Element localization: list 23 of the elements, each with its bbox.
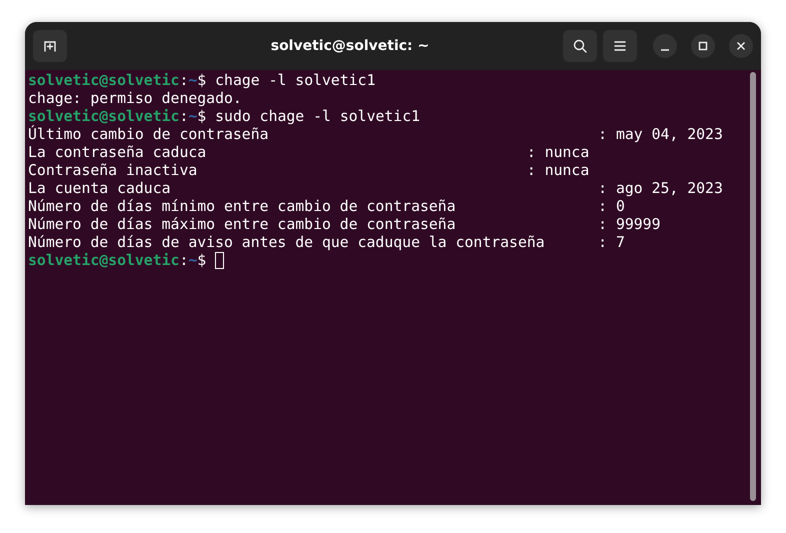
output-line: Número de días máximo entre cambio de contraseña : 99999 [28, 216, 661, 234]
menu-button[interactable] [603, 30, 637, 62]
window-title: solvetic@solvetic: ~ [270, 38, 430, 54]
output-line: Número de días de aviso antes de que caduque la contraseña : 7 [28, 234, 625, 252]
output-line: La cuenta caduca : ago 25, 2023 [28, 180, 723, 198]
maximize-icon [698, 41, 708, 51]
output-line: Número de días mínimo entre cambio de contraseña : 0 [28, 198, 625, 216]
command-line: solvetic@solvetic:~$ sudo chage -l solvetic1 [28, 108, 420, 125]
scrollbar[interactable] [750, 72, 756, 501]
close-icon [736, 41, 746, 51]
command-line: solvetic@solvetic:~$ chage -l solvetic1 [28, 72, 376, 90]
minimize-icon [661, 49, 669, 51]
close-button[interactable] [729, 34, 753, 58]
minimize-button[interactable] [653, 34, 677, 58]
output-line: Último cambio de contraseña : may 04, 2023 [28, 126, 723, 144]
output-line: La contraseña caduca : nunca [28, 144, 590, 162]
maximize-button[interactable] [691, 34, 715, 58]
output-line: chage: permiso denegado. [28, 90, 242, 108]
search-icon [572, 38, 588, 54]
command-line: solvetic@solvetic:~$ [28, 252, 208, 270]
search-button[interactable] [563, 30, 597, 62]
new-tab-button[interactable] [33, 30, 67, 62]
output-line: Contraseña inactiva : nunca [28, 162, 590, 180]
